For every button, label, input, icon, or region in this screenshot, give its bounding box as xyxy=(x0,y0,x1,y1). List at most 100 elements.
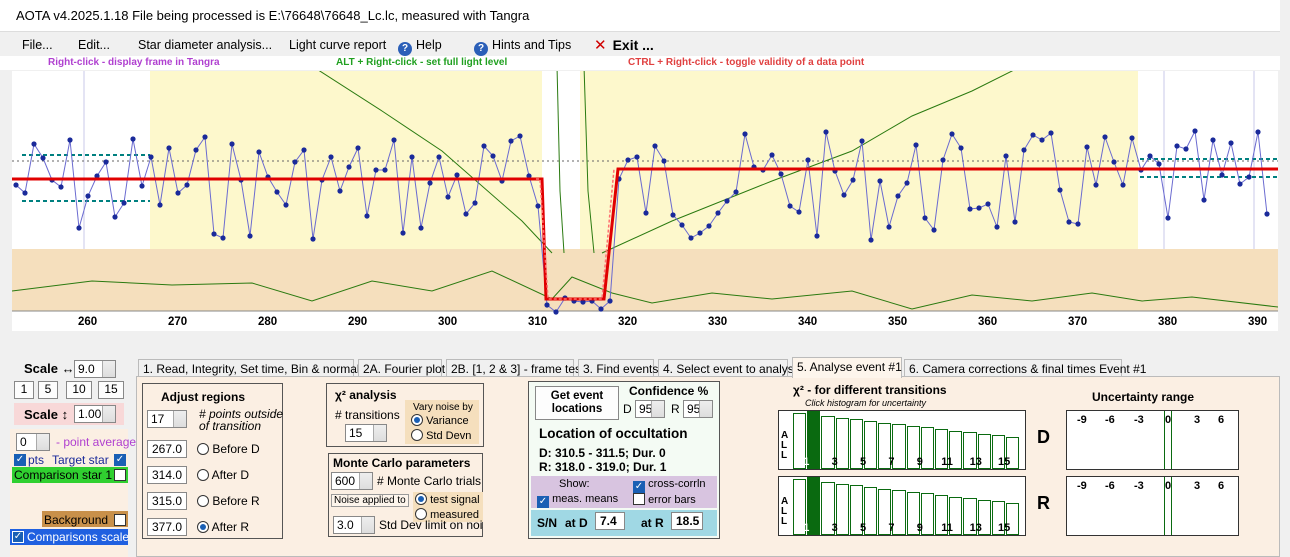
meas-means-option[interactable]: ✓ meas. means xyxy=(537,493,618,508)
data-point[interactable] xyxy=(22,190,28,196)
menu-help[interactable]: ? Help xyxy=(398,38,442,56)
data-point[interactable] xyxy=(724,198,730,204)
data-point[interactable] xyxy=(1075,221,1081,227)
std-dev-limit-input[interactable]: 3.0 xyxy=(333,516,375,534)
data-point[interactable] xyxy=(850,177,856,183)
test-signal-radio[interactable] xyxy=(415,493,427,505)
data-point[interactable] xyxy=(211,231,217,237)
error-bars-option[interactable]: error bars xyxy=(633,493,696,506)
after-d-radio[interactable] xyxy=(197,469,209,481)
chi-hist-d[interactable]: A L L 1 3 5 7 9 11 13 15 xyxy=(778,410,1026,470)
data-point[interactable] xyxy=(787,203,793,209)
data-point[interactable] xyxy=(1084,144,1090,150)
test-signal-option[interactable]: test signal xyxy=(415,493,480,506)
before-d-radio[interactable] xyxy=(197,443,209,455)
data-point[interactable] xyxy=(967,206,973,212)
data-point[interactable] xyxy=(1012,219,1018,225)
point-average-select[interactable]: 0 xyxy=(16,433,50,451)
data-point[interactable] xyxy=(481,143,487,149)
after-r-radio[interactable] xyxy=(197,521,209,533)
before-d-value[interactable]: 267.0 xyxy=(147,440,187,458)
data-point[interactable] xyxy=(139,183,145,189)
after-d-value[interactable]: 314.0 xyxy=(147,466,187,484)
data-point[interactable] xyxy=(544,302,550,308)
tab-read-integrity[interactable]: 1. Read, Integrity, Set time, Bin & norm… xyxy=(138,359,375,377)
data-point[interactable] xyxy=(1201,197,1207,203)
data-point[interactable] xyxy=(1003,153,1009,159)
data-point[interactable] xyxy=(247,233,253,239)
data-point[interactable] xyxy=(1111,159,1117,165)
data-point[interactable] xyxy=(643,210,649,216)
data-point[interactable] xyxy=(454,172,460,178)
data-point[interactable] xyxy=(112,214,118,220)
tab-frame-test[interactable]: 2B. [1, 2 & 3] - frame test xyxy=(446,359,584,377)
data-point[interactable] xyxy=(868,237,874,243)
data-point[interactable] xyxy=(166,145,172,151)
data-point[interactable] xyxy=(1174,143,1180,149)
scale-horizontal-input[interactable]: 9.0 xyxy=(74,360,116,378)
data-point[interactable] xyxy=(931,227,937,233)
data-point[interactable] xyxy=(652,143,658,149)
data-point[interactable] xyxy=(346,164,352,170)
data-point[interactable] xyxy=(184,182,190,188)
data-point[interactable] xyxy=(13,182,19,188)
data-point[interactable] xyxy=(1129,135,1135,141)
data-point[interactable] xyxy=(445,194,451,200)
after-r-option[interactable]: After R xyxy=(197,520,249,534)
chi-hist-r[interactable]: A L L 1 3 5 7 9 11 13 15 xyxy=(778,476,1026,536)
data-point[interactable] xyxy=(814,233,820,239)
data-point[interactable] xyxy=(1147,153,1153,159)
light-curve-plot[interactable] xyxy=(12,71,1278,331)
data-point[interactable] xyxy=(391,137,397,143)
menu-light-curve-report[interactable]: Light curve report xyxy=(289,38,386,52)
before-r-radio[interactable] xyxy=(197,495,209,507)
data-point[interactable] xyxy=(400,230,406,236)
data-point[interactable] xyxy=(121,200,127,206)
tab-fourier-plot[interactable]: 2A. Fourier plot xyxy=(358,359,445,377)
data-point[interactable] xyxy=(373,167,379,173)
data-point[interactable] xyxy=(598,306,604,312)
data-point[interactable] xyxy=(535,203,541,209)
data-point[interactable] xyxy=(256,149,262,155)
data-point[interactable] xyxy=(148,154,154,160)
std-devn-radio[interactable] xyxy=(411,429,423,441)
data-point[interactable] xyxy=(436,154,442,160)
data-point[interactable] xyxy=(805,157,811,163)
menu-hints[interactable]: ? Hints and Tips xyxy=(474,38,571,56)
data-point[interactable] xyxy=(1021,147,1027,153)
data-point[interactable] xyxy=(841,192,847,198)
data-point[interactable] xyxy=(670,212,676,218)
data-point[interactable] xyxy=(769,152,775,158)
data-point[interactable] xyxy=(823,129,829,135)
data-point[interactable] xyxy=(130,136,136,142)
data-point[interactable] xyxy=(985,201,991,207)
data-point[interactable] xyxy=(31,141,37,147)
data-point[interactable] xyxy=(220,235,226,241)
data-point[interactable] xyxy=(877,178,883,184)
data-point[interactable] xyxy=(1255,129,1261,135)
data-point[interactable] xyxy=(994,224,1000,230)
data-point[interactable] xyxy=(463,211,469,217)
data-point[interactable] xyxy=(292,159,298,165)
data-point[interactable] xyxy=(382,167,388,173)
points-outside-input[interactable]: 17 xyxy=(147,410,187,428)
scale-5-button[interactable]: 5 xyxy=(38,381,58,399)
chi-hist-d-all[interactable]: A L L xyxy=(781,431,789,461)
data-point[interactable] xyxy=(715,210,721,216)
background-checkbox[interactable] xyxy=(114,514,126,526)
data-point[interactable] xyxy=(625,157,631,163)
tab-camera-corrections[interactable]: 6. Camera corrections & final times Even… xyxy=(904,359,1146,377)
data-point[interactable] xyxy=(1165,215,1171,221)
comparisons-scaled-checkbox[interactable]: ✓ xyxy=(12,531,24,543)
comparison-star-checkbox[interactable] xyxy=(114,469,126,481)
data-point[interactable] xyxy=(679,222,685,228)
scale-1-button[interactable]: 1 xyxy=(14,381,34,399)
data-point[interactable] xyxy=(328,154,334,160)
tab-analyse-event[interactable]: 5. Analyse event #1 xyxy=(792,357,902,378)
data-point[interactable] xyxy=(733,189,739,195)
data-point[interactable] xyxy=(355,145,361,151)
data-point[interactable] xyxy=(1048,130,1054,136)
data-point[interactable] xyxy=(310,236,316,242)
data-point[interactable] xyxy=(886,224,892,230)
data-point[interactable] xyxy=(40,155,46,161)
